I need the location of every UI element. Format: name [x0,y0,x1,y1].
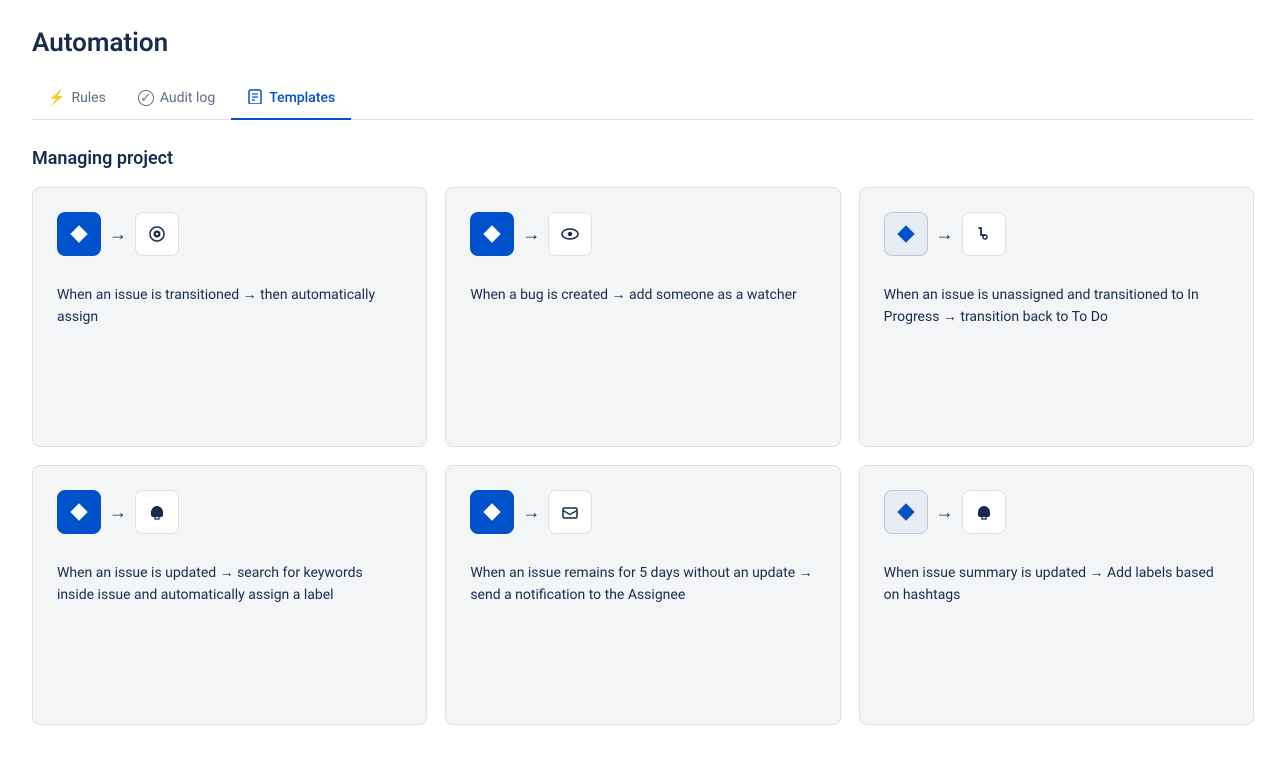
arrow-1: → [109,224,127,245]
card-4-description: When an issue is updated → search for ke… [57,562,402,696]
action-icon-5 [548,490,592,534]
template-card-4[interactable]: → When an issue is updated → search for … [32,465,427,725]
template-card-6[interactable]: → When issue summary is updated → Add la… [859,465,1254,725]
tab-templates-label: Templates [269,90,335,106]
card-6-icons: → [884,490,1229,534]
action-icon-4 [135,490,179,534]
card-3-icons: → [884,212,1229,256]
template-card-3[interactable]: → When an issue is unassigned and transi… [859,187,1254,447]
card-1-description: When an issue is transitioned → then aut… [57,284,402,418]
page-title: Automation [32,28,1254,58]
action-icon-6 [962,490,1006,534]
card-5-icons: → [470,490,815,534]
card-1-icons: → [57,212,402,256]
templates-icon [247,88,263,108]
trigger-icon-1 [57,212,101,256]
card-4-icons: → [57,490,402,534]
action-icon-2 [548,212,592,256]
cards-grid: → When an issue is transitioned → then a… [32,187,1254,725]
section-title: Managing project [32,148,1254,169]
card-3-description: When an issue is unassigned and transiti… [884,284,1229,418]
trigger-icon-3 [884,212,928,256]
trigger-icon-5 [470,490,514,534]
arrow-3: → [936,224,954,245]
audit-log-icon: ✓ [138,90,154,106]
action-icon-3 [962,212,1006,256]
card-2-icons: → [470,212,815,256]
tab-rules-label: Rules [71,90,105,106]
template-card-5[interactable]: → When an issue remains for 5 days witho… [445,465,840,725]
arrow-4: → [109,502,127,523]
tab-audit-log-label: Audit log [160,90,215,106]
trigger-icon-4 [57,490,101,534]
template-card-1[interactable]: → When an issue is transitioned → then a… [32,187,427,447]
arrow-2: → [522,224,540,245]
tabs-bar: ⚡ Rules ✓ Audit log Templates [32,78,1254,120]
template-card-2[interactable]: → When a bug is created → add someone as… [445,187,840,447]
card-5-description: When an issue remains for 5 days without… [470,562,815,696]
tab-templates[interactable]: Templates [231,78,351,120]
arrow-5: → [522,502,540,523]
tab-rules[interactable]: ⚡ Rules [32,78,122,120]
card-2-description: When a bug is created → add someone as a… [470,284,815,418]
action-icon-1 [135,212,179,256]
arrow-6: → [936,502,954,523]
trigger-icon-6 [884,490,928,534]
page-container: Automation ⚡ Rules ✓ Audit log Templates… [0,0,1286,725]
tab-audit-log[interactable]: ✓ Audit log [122,78,231,120]
card-6-description: When issue summary is updated → Add labe… [884,562,1229,696]
rules-icon: ⚡ [48,90,65,106]
trigger-icon-2 [470,212,514,256]
